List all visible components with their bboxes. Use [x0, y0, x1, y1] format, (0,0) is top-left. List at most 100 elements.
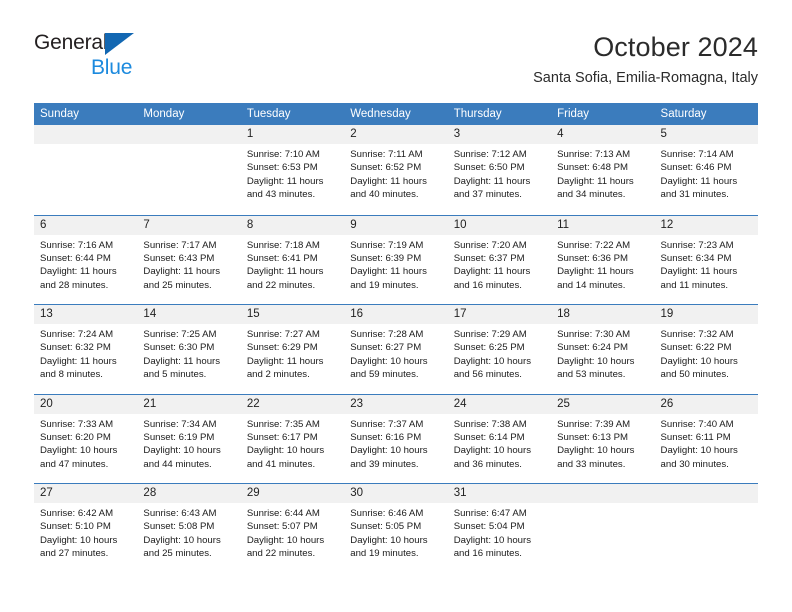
day-number: 18 — [551, 305, 655, 324]
day-number: 7 — [137, 215, 241, 235]
day-detail-line: Sunrise: 7:24 AM — [40, 329, 114, 340]
day-detail-line: Sunset: 6:20 PM — [40, 431, 111, 443]
day-detail-line: and 41 minutes. — [246, 458, 316, 470]
calendar-day-cell[interactable]: 24 Sunrise: 7:38 AM Sunset: 6:14 PM Dayligh… — [447, 394, 552, 483]
day-detail-line: Daylight: 10 hours — [557, 445, 635, 457]
day-details: Sunrise: 6:47 AM Sunset: 5:04 PM Daylight:… — [448, 503, 551, 561]
calendar-day-cell[interactable]: 12 Sunrise: 7:23 AM Sunset: 6:34 PM Dayligh… — [654, 215, 758, 304]
day-details: Sunrise: 7:19 AM Sunset: 6:39 PM Daylight:… — [344, 235, 447, 293]
calendar-day-cell[interactable]: 22 Sunrise: 7:35 AM Sunset: 6:17 PM Dayligh… — [240, 394, 345, 483]
day-number: 2 — [344, 125, 448, 144]
calendar-day-cell[interactable]: 29 Sunrise: 6:44 AM Sunset: 5:07 PM Dayligh… — [240, 484, 345, 573]
calendar-page: General Blue October 2024 Santa Sofia, E… — [0, 0, 792, 612]
weekday-header-sunday: Sunday — [40, 108, 80, 120]
day-details: Sunrise: 7:24 AM Sunset: 6:32 PM Daylight:… — [34, 324, 137, 382]
day-detail-line: and 56 minutes. — [453, 369, 522, 381]
day-detail-line: Sunset: 6:44 PM — [40, 252, 111, 264]
calendar-day-cell[interactable]: 1 Sunrise: 7:10 AM Sunset: 6:53 PM Daylight… — [240, 125, 345, 215]
calendar-day-cell[interactable]: 9 Sunrise: 7:19 AM Sunset: 6:39 PM Daylight… — [344, 215, 448, 304]
calendar-day-cell[interactable]: 27 Sunrise: 6:42 AM Sunset: 5:10 PM Dayligh… — [34, 484, 138, 573]
day-detail-line: Daylight: 10 hours — [40, 445, 118, 457]
day-number: 10 — [447, 215, 552, 235]
calendar-day-cell[interactable]: 11 Sunrise: 7:22 AM Sunset: 6:36 PM Dayligh… — [551, 215, 655, 304]
day-detail-line: Sunrise: 7:25 AM — [143, 329, 217, 340]
calendar-day-cell[interactable]: 15 Sunrise: 7:27 AM Sunset: 6:29 PM Dayligh… — [240, 305, 345, 394]
calendar-day-cell[interactable]: 30 Sunrise: 6:46 AM Sunset: 5:05 PM Dayligh… — [344, 484, 448, 573]
day-detail-line: and 5 minutes. — [143, 369, 207, 381]
day-detail-line: Sunrise: 7:37 AM — [350, 418, 424, 430]
weekday-header-friday: Friday — [557, 108, 590, 120]
day-detail-line: Daylight: 11 hours — [660, 175, 738, 187]
day-detail-line: Sunrise: 7:16 AM — [40, 239, 114, 251]
calendar-grid: Sunday Monday Tuesday Wednesday Thursday Frid… — [34, 103, 758, 573]
day-detail-line: and 25 minutes. — [143, 548, 212, 560]
day-detail-line: Sunset: 6:50 PM — [453, 162, 525, 174]
calendar-day-cell[interactable]: 20 Sunrise: 7:33 AM Sunset: 6:20 PM Dayligh… — [34, 394, 138, 483]
calendar-day-cell[interactable]: 6 Sunrise: 7:16 AM Sunset: 6:44 PM Daylight… — [34, 215, 138, 304]
day-number: 4 — [551, 125, 655, 144]
day-detail-line: Daylight: 11 hours — [143, 266, 221, 278]
day-details: Sunrise: 7:17 AM Sunset: 6:43 PM Daylight:… — [137, 235, 240, 293]
calendar-day-cell[interactable]: 5 Sunrise: 7:14 AM Sunset: 6:46 PM Daylight… — [654, 125, 758, 215]
calendar-day-cell[interactable]: 7 Sunrise: 7:17 AM Sunset: 6:43 PM Daylight… — [137, 215, 241, 304]
day-detail-line: Sunrise: 6:47 AM — [453, 508, 527, 519]
calendar-day-cell[interactable]: 14 Sunrise: 7:25 AM Sunset: 6:30 PM Dayligh… — [137, 305, 241, 394]
day-detail-line: Sunrise: 7:28 AM — [350, 329, 424, 340]
day-number: 9 — [344, 215, 448, 235]
day-detail-line: Sunrise: 7:27 AM — [246, 329, 320, 340]
day-detail-line: Sunrise: 7:40 AM — [660, 418, 734, 430]
calendar-day-cell[interactable]: 8 Sunrise: 7:18 AM Sunset: 6:41 PM Daylight… — [240, 215, 345, 304]
day-detail-line: and 22 minutes. — [246, 279, 316, 291]
day-number: 11 — [551, 215, 655, 235]
calendar-day-cell[interactable]: 25 Sunrise: 7:39 AM Sunset: 6:13 PM Dayligh… — [551, 394, 655, 483]
weekday-header-saturday: Saturday — [660, 108, 707, 120]
day-detail-line: Daylight: 10 hours — [143, 445, 221, 457]
general-blue-logo[interactable]: General Blue — [34, 32, 204, 80]
calendar-day-cell[interactable]: 31 Sunrise: 6:47 AM Sunset: 5:04 PM Dayligh… — [447, 484, 552, 573]
day-detail-line: Sunrise: 7:11 AM — [350, 149, 423, 160]
day-details: Sunrise: 7:14 AM Sunset: 6:46 PM Daylight:… — [655, 144, 758, 202]
day-detail-line: and 47 minutes. — [40, 458, 109, 470]
day-number: 12 — [654, 215, 758, 235]
calendar-day-cell[interactable]: 17 Sunrise: 7:29 AM Sunset: 6:25 PM Dayligh… — [447, 305, 552, 394]
calendar-day-cell[interactable]: 23 Sunrise: 7:37 AM Sunset: 6:16 PM Dayligh… — [344, 394, 448, 483]
calendar-day-cell[interactable]: 2 Sunrise: 7:11 AM Sunset: 6:52 PM Daylight… — [344, 125, 448, 215]
calendar-day-cell-empty — [137, 125, 241, 215]
day-detail-line: and 34 minutes. — [557, 189, 626, 201]
day-details: Sunrise: 7:23 AM Sunset: 6:34 PM Daylight:… — [655, 235, 758, 293]
day-number: 5 — [654, 125, 758, 144]
day-detail-line: Sunset: 6:30 PM — [143, 342, 215, 354]
day-detail-line: Sunrise: 6:43 AM — [143, 508, 217, 519]
calendar-day-cell[interactable]: 16 Sunrise: 7:28 AM Sunset: 6:27 PM Dayligh… — [344, 305, 448, 394]
day-detail-line: Sunset: 6:39 PM — [350, 252, 422, 264]
day-number: 21 — [137, 394, 241, 414]
day-details: Sunrise: 7:18 AM Sunset: 6:41 PM Daylight:… — [241, 235, 344, 293]
calendar-day-cell[interactable]: 28 Sunrise: 6:43 AM Sunset: 5:08 PM Dayligh… — [137, 484, 241, 573]
day-details: Sunrise: 6:44 AM Sunset: 5:07 PM Daylight:… — [241, 503, 344, 561]
day-details: Sunrise: 7:30 AM Sunset: 6:24 PM Daylight:… — [551, 324, 654, 382]
calendar-day-cell[interactable]: 19 Sunrise: 7:32 AM Sunset: 6:22 PM Dayligh… — [654, 305, 758, 394]
calendar-day-cell[interactable]: 3 Sunrise: 7:12 AM Sunset: 6:50 PM Daylight… — [447, 125, 552, 215]
calendar-day-cell[interactable]: 10 Sunrise: 7:20 AM Sunset: 6:37 PM Dayligh… — [447, 215, 552, 304]
day-detail-line: Sunrise: 7:18 AM — [246, 239, 320, 251]
day-detail-line: and 14 minutes. — [557, 279, 626, 291]
day-detail-line: and 28 minutes. — [40, 279, 109, 291]
day-detail-line: Sunset: 6:11 PM — [660, 431, 731, 443]
day-detail-line: and 53 minutes. — [557, 369, 626, 381]
calendar-day-cell[interactable]: 13 Sunrise: 7:24 AM Sunset: 6:32 PM Dayligh… — [34, 305, 138, 394]
calendar-day-cell[interactable]: 4 Sunrise: 7:13 AM Sunset: 6:48 PM Daylight… — [551, 125, 655, 215]
day-detail-line: Sunset: 6:46 PM — [660, 162, 732, 174]
calendar-day-cell[interactable]: 18 Sunrise: 7:30 AM Sunset: 6:24 PM Dayligh… — [551, 305, 655, 394]
calendar-day-cell[interactable]: 21 Sunrise: 7:34 AM Sunset: 6:19 PM Dayligh… — [137, 394, 241, 483]
day-detail-line: Daylight: 10 hours — [350, 355, 428, 367]
day-detail-line: Sunrise: 7:32 AM — [660, 329, 734, 340]
day-number: 15 — [240, 305, 345, 324]
day-detail-line: Sunrise: 7:35 AM — [246, 418, 320, 430]
day-detail-line: and 16 minutes. — [453, 279, 522, 291]
day-detail-line: and 16 minutes. — [453, 548, 522, 560]
calendar-day-cell[interactable]: 26 Sunrise: 7:40 AM Sunset: 6:11 PM Dayligh… — [654, 394, 758, 483]
day-detail-line: Sunrise: 7:14 AM — [660, 149, 734, 160]
day-detail-line: and 19 minutes. — [350, 548, 419, 560]
day-detail-line: and 33 minutes. — [557, 458, 626, 470]
day-detail-line: Daylight: 10 hours — [40, 534, 118, 546]
